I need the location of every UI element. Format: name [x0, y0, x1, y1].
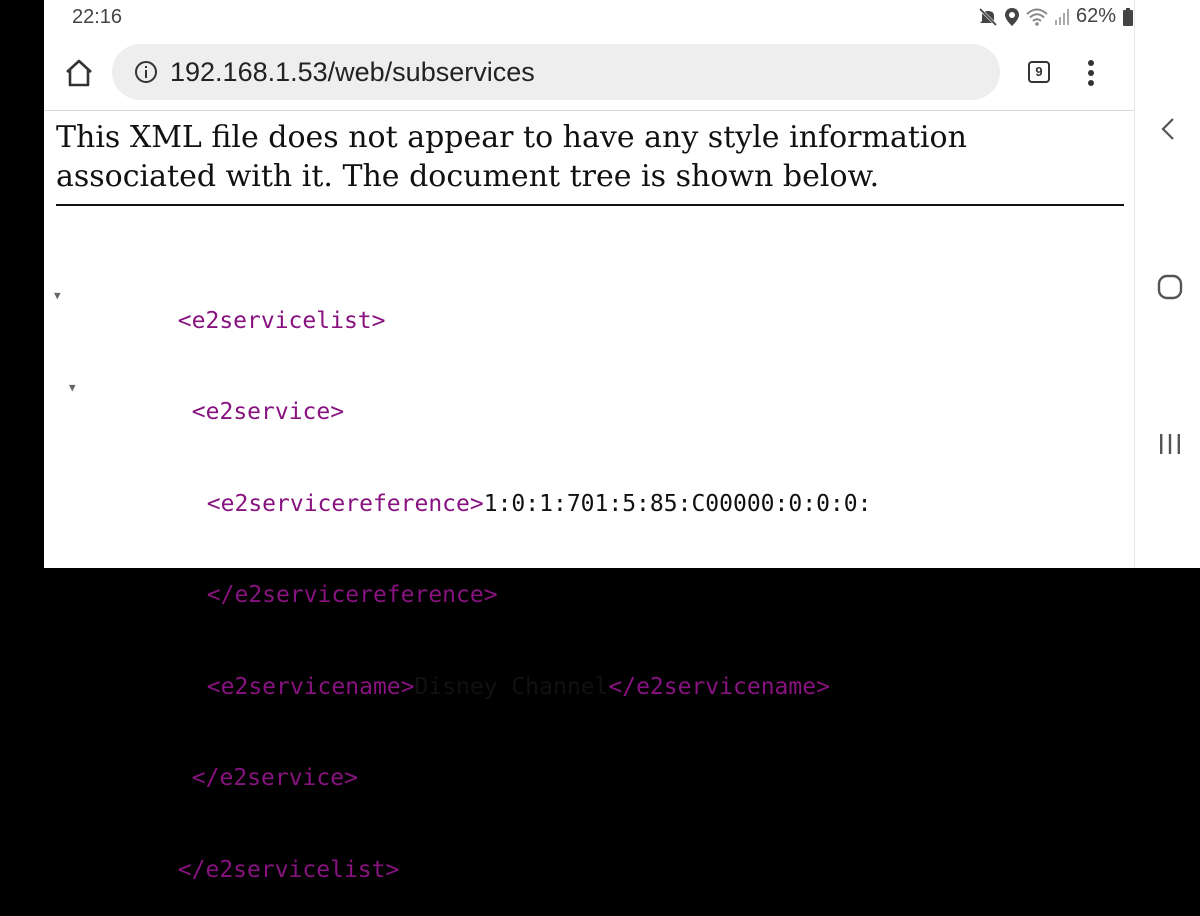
xml-tree: ▼ <e2servicelist> ▼ <e2service> <e2service… — [54, 214, 871, 916]
tag-name-close: </e2servicename> — [608, 673, 830, 700]
tree-row-servicelist-close: </e2servicelist> — [54, 824, 871, 883]
url-bar[interactable]: 192.168.1.53/web/subservices — [112, 44, 1000, 100]
browser-toolbar: 192.168.1.53/web/subservices 9 — [44, 34, 1134, 110]
recents-icon[interactable] — [1157, 432, 1183, 461]
collapse-arrow-icon[interactable]: ▼ — [69, 373, 76, 404]
tag-reference-close: </e2servicereference> — [206, 582, 498, 608]
status-time: 22:16 — [72, 6, 123, 28]
tag-service-close: </e2service> — [191, 765, 358, 791]
battery-icon — [1122, 7, 1134, 27]
toolbar-divider — [44, 110, 1134, 111]
more-vert-icon[interactable] — [1086, 60, 1096, 88]
home-icon — [62, 59, 96, 92]
device-screen: 22:16 62% 192.168.1.53/web/subservices 9… — [44, 0, 1200, 883]
signal-icon — [1054, 8, 1070, 26]
tree-row-servicelist-open: ▼ <e2servicelist> — [54, 275, 871, 334]
wifi-icon — [1026, 8, 1048, 26]
tree-row-reference: <e2servicereference>1:0:1:701:5:85:C0000… — [54, 458, 872, 517]
home-button[interactable] — [62, 58, 96, 88]
tree-row-reference-close: </e2servicereference> — [54, 550, 871, 608]
tag-servicelist-open: <e2servicelist> — [177, 307, 386, 334]
tag-name-open: <e2servicename> — [206, 673, 415, 700]
battery-percent: 62% — [1075, 5, 1116, 27]
home-circle-icon[interactable] — [1157, 274, 1183, 305]
mute-icon — [978, 7, 998, 27]
tag-servicelist-close: </e2servicelist> — [177, 856, 400, 883]
xml-style-notice: This XML file does not appear to have an… — [56, 118, 1124, 206]
system-nav-bar — [1134, 0, 1200, 568]
tag-reference-open: <e2servicereference> — [206, 490, 484, 517]
info-icon[interactable] — [134, 60, 158, 84]
tree-row-name: <e2servicename>Disney Channel</e2service… — [54, 641, 871, 700]
tag-service-open: <e2service> — [191, 399, 345, 425]
tree-row-service-open: ▼ <e2service> — [54, 367, 871, 426]
status-icons: 62% — [978, 5, 1134, 28]
tab-switcher-button[interactable]: 9 — [1028, 61, 1050, 83]
collapse-arrow-icon[interactable]: ▼ — [54, 281, 61, 312]
reference-value: 1:0:1:701:5:85:C00000:0:0:0: — [483, 490, 872, 517]
page-content: This XML file does not appear to have an… — [44, 112, 1134, 883]
status-bar: 22:16 62% — [44, 0, 1134, 34]
back-chevron-icon[interactable] — [1159, 116, 1177, 147]
url-text[interactable]: 192.168.1.53/web/subservices — [170, 57, 535, 88]
location-icon — [1004, 7, 1020, 27]
service-name-value: Disney Channel — [414, 673, 609, 700]
tree-row-service-close: </e2service> — [54, 733, 871, 791]
